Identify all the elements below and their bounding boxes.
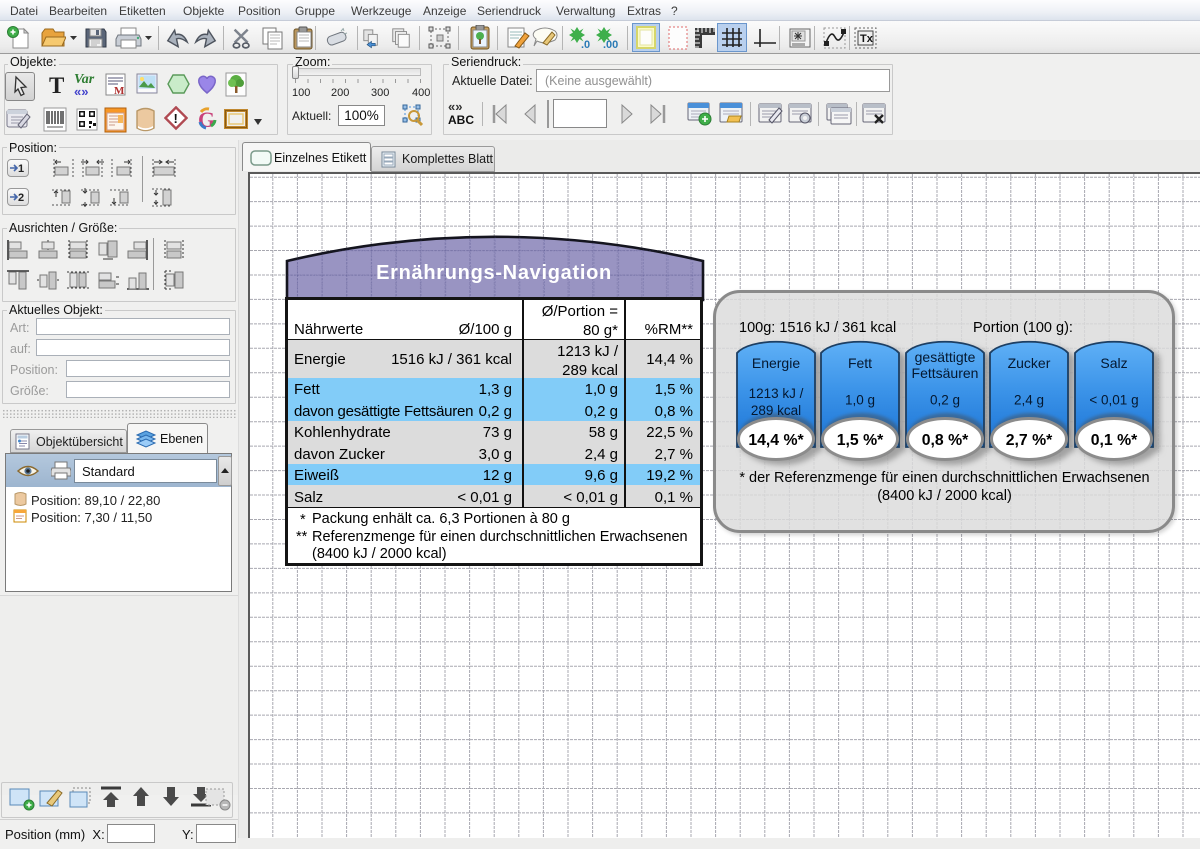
svg-text:gesättigte: gesättigte	[915, 349, 976, 365]
svg-text:2,7 %*: 2,7 %*	[1006, 432, 1053, 449]
svg-text:«»: «»	[448, 100, 462, 114]
svg-text:1,5 %*: 1,5 %*	[837, 432, 884, 449]
svg-text:1: 1	[18, 163, 24, 175]
svg-text:!: !	[174, 111, 178, 126]
svg-text:2: 2	[18, 192, 24, 204]
svg-text:Energie: Energie	[752, 355, 800, 371]
svg-text:2,4 g: 2,4 g	[1014, 393, 1044, 408]
svg-text:289 kcal: 289 kcal	[751, 403, 801, 418]
svg-text:.0: .0	[581, 39, 590, 51]
svg-text:.00: .00	[603, 39, 618, 51]
svg-text:Tx: Tx	[860, 33, 874, 45]
svg-text:Fettsäuren: Fettsäuren	[912, 365, 979, 381]
svg-text:ABC: ABC	[448, 113, 474, 127]
svg-text:1,0 g: 1,0 g	[845, 393, 875, 408]
svg-text:0,2 g: 0,2 g	[930, 393, 960, 408]
svg-text:Salz: Salz	[1100, 355, 1127, 371]
svg-text:T: T	[49, 73, 64, 97]
svg-text:Zucker: Zucker	[1008, 355, 1051, 371]
svg-text:«»: «»	[74, 84, 88, 99]
svg-text:0,1 %*: 0,1 %*	[1091, 432, 1138, 449]
svg-text:M: M	[114, 85, 125, 97]
svg-text:0,8 %*: 0,8 %*	[922, 432, 969, 449]
svg-text:< 0,01 g: < 0,01 g	[1089, 393, 1138, 408]
svg-text:Fett: Fett	[848, 355, 872, 371]
svg-text:1213 kJ /: 1213 kJ /	[749, 386, 804, 401]
svg-text:14,4 %*: 14,4 %*	[748, 432, 804, 449]
